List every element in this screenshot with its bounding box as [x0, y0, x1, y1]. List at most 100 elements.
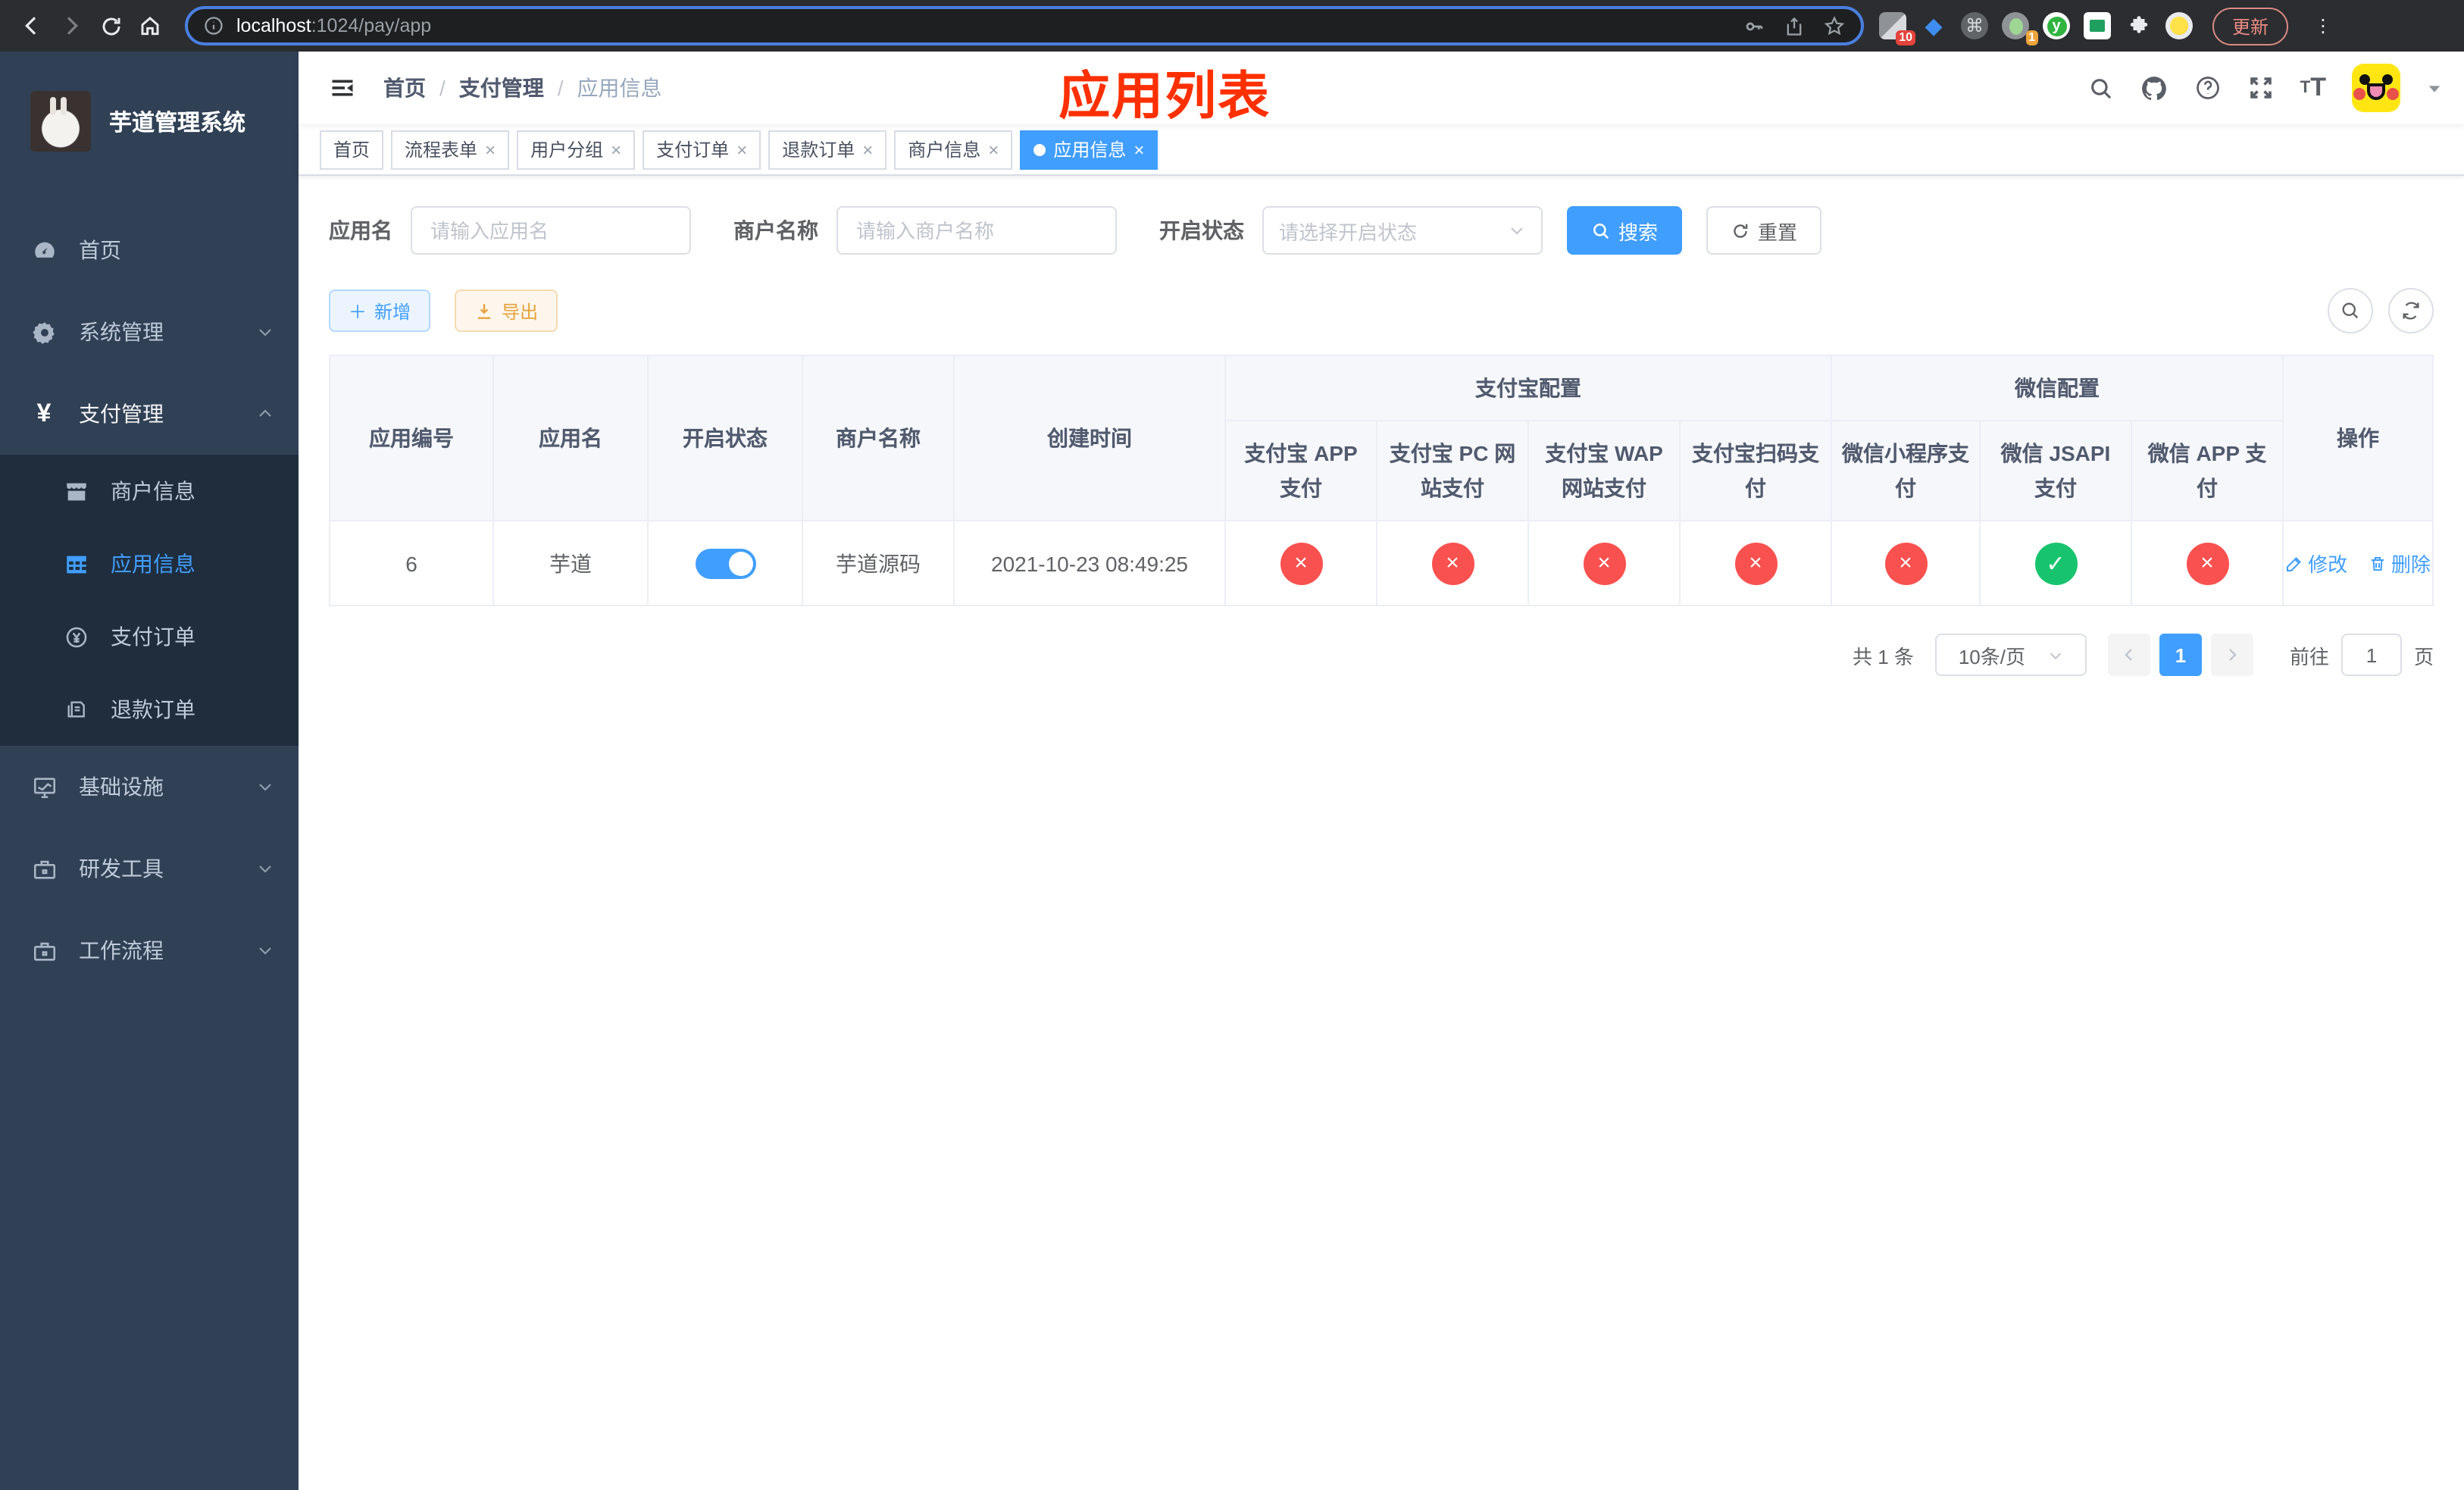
tab-user-group[interactable]: 用户分组 × — [517, 130, 636, 169]
status-select-placeholder: 请选择开启状态 — [1279, 221, 1418, 243]
close-icon[interactable]: × — [611, 139, 621, 160]
goto-page-input[interactable] — [2340, 634, 2402, 677]
toolbox-icon — [30, 856, 58, 881]
chrome-update-button[interactable]: 更新 — [2212, 7, 2289, 45]
close-icon[interactable]: × — [485, 139, 496, 160]
sidebar-item-system[interactable]: 系统管理 — [0, 291, 299, 373]
delete-link[interactable]: 删除 — [2369, 549, 2431, 578]
tab-process-form[interactable]: 流程表单 × — [391, 130, 510, 169]
export-button[interactable]: 导出 — [455, 290, 558, 332]
current-page[interactable]: 1 — [2159, 634, 2202, 677]
sidebar-item-payment[interactable]: ¥ 支付管理 — [0, 373, 299, 455]
tab-merchant-info[interactable]: 商户信息 × — [894, 130, 1013, 169]
extension-area: 10 ◆ ⌘ 1 更新 ⋮ — [1879, 7, 2452, 45]
prev-page-button[interactable] — [2107, 634, 2150, 677]
browser-forward-icon[interactable] — [52, 6, 91, 45]
tab-refund-order[interactable]: 退款订单 × — [768, 130, 887, 169]
user-menu-caret-icon[interactable] — [2426, 80, 2443, 96]
table-row: 6 芋道 芋道源码 2021-10-23 08:49:25 × × × × × … — [329, 520, 2434, 607]
extension-yudao-icon[interactable] — [2043, 12, 2070, 39]
close-icon[interactable]: × — [862, 139, 873, 160]
help-question-icon[interactable] — [2194, 74, 2222, 102]
status-toggle[interactable] — [695, 548, 755, 579]
extensions-puzzle-icon[interactable] — [2125, 12, 2152, 39]
merchant-name-input[interactable] — [836, 206, 1117, 255]
cell-created: 2021-10-23 08:49:25 — [953, 520, 1226, 607]
breadcrumb-payment[interactable]: 支付管理 — [459, 73, 544, 103]
search-button[interactable]: 搜索 — [1567, 206, 1683, 255]
url-host: localhost — [236, 15, 311, 36]
col-merchant: 商户名称 — [802, 354, 955, 522]
sidebar-item-home[interactable]: 首页 — [0, 209, 299, 291]
extension-command-icon[interactable]: ⌘ — [1961, 12, 1988, 39]
total-count: 共 1 条 — [1853, 645, 1914, 668]
sidebar-item-pay-order[interactable]: 支付订单 — [0, 600, 299, 673]
chevron-down-icon — [1511, 227, 1523, 235]
chevron-down-icon — [256, 778, 274, 796]
header-search-icon[interactable] — [2088, 75, 2114, 101]
url-text[interactable]: localhost:1024/pay/app — [236, 15, 1724, 36]
search-form: 应用名 商户名称 开启状态 请选择开启状态 搜索 — [329, 206, 2434, 255]
dashboard-icon — [30, 237, 58, 263]
extension-green-dot-icon[interactable]: 1 — [2002, 12, 2038, 45]
tab-pay-order[interactable]: 支付订单 × — [643, 130, 761, 169]
active-dot-icon — [1033, 143, 1046, 155]
sidebar: 芋道管理系统 首页 系统管理 ¥ 支付管理 商户信息 应用信息 支付订单 退款订… — [0, 52, 299, 1490]
breadcrumb-current: 应用信息 — [577, 76, 662, 100]
toggle-search-button[interactable] — [2328, 288, 2373, 333]
refresh-table-button[interactable] — [2388, 288, 2434, 333]
browser-home-icon[interactable] — [130, 6, 170, 45]
chevron-down-icon — [2049, 652, 2061, 659]
edit-link[interactable]: 修改 — [2285, 549, 2347, 578]
github-icon[interactable] — [2140, 74, 2169, 102]
tab-home[interactable]: 首页 — [320, 130, 384, 169]
sidebar-item-label: 工作流程 — [79, 938, 164, 963]
app-name-input[interactable] — [411, 206, 691, 255]
close-icon[interactable]: × — [988, 139, 999, 160]
bookmark-star-icon[interactable] — [1823, 14, 1846, 37]
pagination: 共 1 条 10条/页 1 前往 1 页 — [329, 634, 2434, 677]
sidebar-item-workflow[interactable]: 工作流程 — [0, 909, 299, 991]
fullscreen-icon[interactable] — [2247, 74, 2275, 102]
sidebar-item-infrastructure[interactable]: 基础设施 — [0, 746, 299, 828]
yen-icon: ¥ — [36, 399, 52, 427]
browser-reload-icon[interactable] — [91, 6, 130, 45]
sidebar-item-merchant-info[interactable]: 商户信息 — [0, 455, 299, 527]
status-cross-icon: × — [1280, 542, 1322, 585]
close-icon[interactable]: × — [736, 139, 747, 160]
breadcrumb-home[interactable]: 首页 — [383, 73, 426, 103]
url-path: :1024/pay/app — [311, 15, 432, 36]
tab-app-info[interactable]: 应用信息 × — [1020, 130, 1159, 169]
browser-menu-icon[interactable]: ⋮ — [2314, 15, 2332, 36]
page-size-select[interactable]: 10条/页 — [1934, 634, 2087, 677]
add-button[interactable]: ＋ 新增 — [329, 290, 431, 332]
sidebar-collapse-icon[interactable] — [329, 74, 356, 102]
sidebar-item-dev-tools[interactable]: 研发工具 — [0, 828, 299, 909]
sidebar-item-app-info[interactable]: 应用信息 — [0, 527, 299, 600]
reset-button[interactable]: 重置 — [1706, 206, 1822, 255]
profile-avatar-icon[interactable] — [2165, 12, 2193, 39]
browser-back-icon[interactable] — [12, 6, 52, 45]
extension-gem-icon[interactable]: ◆ — [1920, 12, 1947, 39]
close-icon[interactable]: × — [1134, 139, 1144, 160]
document-copy-icon — [62, 697, 89, 722]
cell-wx-lite: × — [1831, 520, 1981, 607]
user-avatar[interactable] — [2352, 64, 2400, 112]
site-info-icon[interactable] — [203, 15, 224, 36]
table-grid-icon — [62, 551, 89, 577]
next-page-button[interactable] — [2210, 634, 2253, 677]
sidebar-item-refund-order[interactable]: 退款订单 — [0, 673, 299, 746]
col-wx-jsapi: 微信 JSAPI 支付 — [1979, 420, 2132, 522]
share-icon[interactable] — [1784, 14, 1805, 37]
cell-app-name: 芋道 — [492, 520, 649, 607]
address-bar[interactable]: localhost:1024/pay/app — [185, 6, 1864, 45]
extension-chat-icon[interactable] — [2084, 12, 2111, 39]
sidebar-logo-row[interactable]: 芋道管理系统 — [0, 52, 299, 170]
extension-blue-diamond-icon[interactable]: 10 — [1879, 12, 1915, 45]
font-size-icon[interactable]: TT — [2300, 73, 2326, 103]
status-select[interactable]: 请选择开启状态 — [1262, 206, 1543, 255]
chevron-down-icon — [256, 859, 274, 878]
password-key-icon[interactable] — [1743, 14, 1765, 37]
sidebar-item-label: 首页 — [79, 238, 121, 262]
cell-app-id: 6 — [329, 520, 494, 607]
